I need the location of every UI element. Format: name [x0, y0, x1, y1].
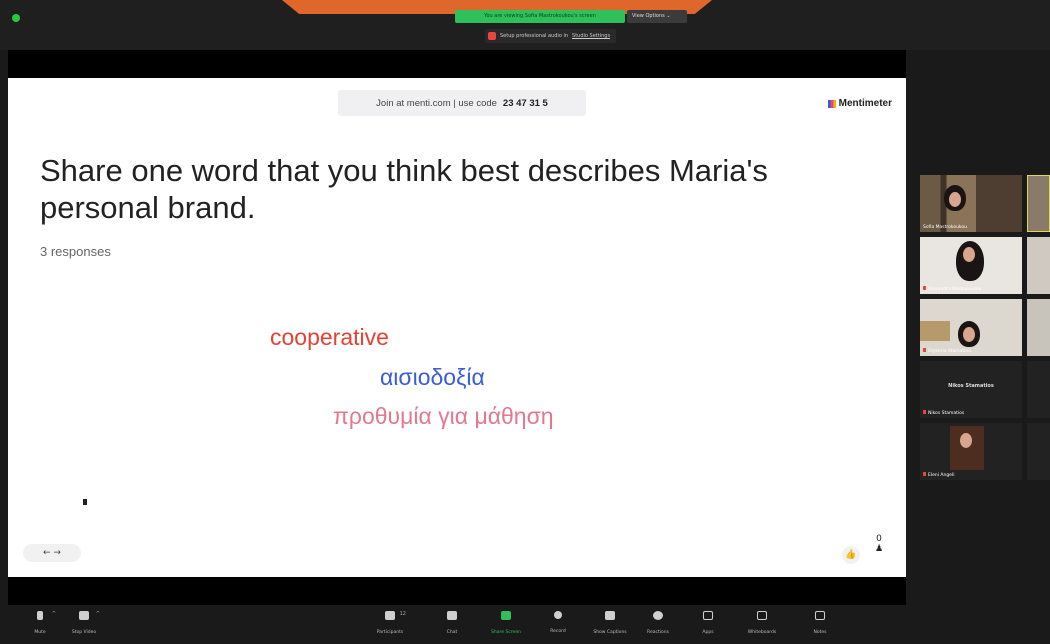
security-indicator-icon[interactable]	[12, 14, 20, 22]
participant-caption: Nikos Stamatios	[948, 383, 994, 389]
toolbar-label: Share Screen	[491, 630, 521, 635]
whiteboards-button[interactable]: Whiteboards	[740, 611, 784, 635]
word-cloud-item: αισιοδοξία	[380, 364, 485, 390]
chat-icon	[447, 611, 457, 620]
audio-banner-text: Setup professional audio in	[500, 33, 569, 39]
notes-button[interactable]: Notes	[798, 611, 842, 635]
zoom-toolbar: ^ Mute ^ Stop Video 12 Participants Chat Sh…	[0, 605, 1050, 644]
toolbar-label: Chat	[446, 630, 458, 635]
chat-button[interactable]: Chat	[430, 611, 474, 635]
share-letterbox-bottom	[8, 577, 906, 605]
person-icon: ♟	[874, 544, 884, 554]
studio-settings-link[interactable]: Studio Settings	[572, 33, 610, 39]
slide-navigation-arrows[interactable]: ← →	[23, 544, 81, 562]
participant-name-text: Glykeria Stamatiou	[928, 349, 972, 354]
whiteboard-icon	[757, 611, 767, 620]
toolbar-label: Whiteboards	[747, 630, 777, 635]
mentimeter-brand: Mentimeter	[838, 98, 892, 109]
participant-tile[interactable]: Alexandra Nikolopoulou	[920, 237, 1022, 294]
chevron-up-icon[interactable]: ^	[52, 611, 56, 617]
participant-tile[interactable]: Glykeria Stamatiou	[920, 299, 1022, 356]
view-options-label: View Options	[632, 13, 665, 19]
show-captions-button[interactable]: Show Captions	[588, 611, 632, 635]
participant-tile[interactable]: Nikos Stamatios Nikos Stamatios	[920, 361, 1022, 418]
view-options-button[interactable]: View Options ⌄	[627, 10, 687, 23]
mute-button[interactable]: ^ Mute	[18, 611, 62, 635]
toolbar-label: Record	[550, 629, 566, 634]
participant-tile[interactable]	[1027, 423, 1050, 480]
apps-icon	[703, 611, 713, 620]
join-text: Join at menti.com | use code	[376, 97, 497, 109]
response-count: 3 responses	[40, 244, 111, 259]
like-button[interactable]: 👍	[842, 546, 860, 564]
share-screen-icon	[501, 611, 511, 620]
participant-tile[interactable]	[1027, 175, 1050, 232]
mentimeter-slide: Join at menti.com | use code 23 47 31 5 …	[8, 78, 906, 577]
apps-button[interactable]: Apps	[686, 611, 730, 635]
mentimeter-icon	[827, 99, 836, 108]
reactions-button[interactable]: Reactions	[636, 611, 680, 635]
mentimeter-logo: Mentimeter	[827, 98, 892, 109]
stop-video-button[interactable]: ^ Stop Video	[62, 611, 106, 635]
word-cloud-item: προθυμία για μάθηση	[333, 403, 554, 429]
participant-tile[interactable]: Sofia Mastrokoukou	[920, 175, 1022, 232]
chevron-up-icon[interactable]: ^	[96, 611, 100, 617]
captions-icon	[605, 611, 615, 620]
record-button[interactable]: Record	[536, 611, 580, 634]
participant-tile[interactable]	[1027, 299, 1050, 356]
participant-name-text: Alexandra Nikolopoulou	[928, 287, 982, 292]
video-icon	[79, 611, 89, 620]
participant-name: Alexandra Nikolopoulou	[923, 286, 981, 292]
participant-tile[interactable]: Eleni Angeli	[920, 423, 1022, 480]
audio-icon	[488, 32, 496, 40]
participant-name: Sofia Mastrokoukou	[923, 225, 967, 230]
participant-name: Glykeria Stamatiou	[923, 348, 971, 354]
participants-button[interactable]: 12 Participants	[368, 611, 412, 635]
participants-gallery: Sofia Mastrokoukou Alexandra Nikolopoulo…	[915, 170, 1050, 490]
toolbar-label: Notes	[813, 630, 827, 635]
audience-counter: 0 ♟	[872, 534, 886, 554]
toolbar-label: Apps	[702, 630, 714, 635]
join-code: 23 47 31 5	[502, 97, 548, 109]
mouse-cursor-icon	[83, 499, 87, 505]
toolbar-label: Participants	[376, 630, 404, 635]
participant-tile[interactable]	[1027, 361, 1050, 418]
participant-video	[920, 175, 1022, 232]
mic-icon	[37, 611, 43, 620]
participant-name-text: Nikos Stamatios	[928, 411, 965, 416]
toolbar-label: Reactions	[647, 630, 669, 635]
toolbar-label: Mute	[34, 630, 46, 635]
question-title: Share one word that you think best descr…	[40, 153, 768, 225]
join-instructions: Join at menti.com | use code 23 47 31 5	[338, 90, 586, 116]
audio-setup-banner: Setup professional audio in Studio Setti…	[485, 29, 617, 43]
viewing-screen-banner: You are viewing Sofia Mastrokoukou's scr…	[455, 10, 625, 23]
audience-count: 0	[876, 534, 882, 544]
participant-name-text: Eleni Angeli	[928, 473, 955, 478]
chevron-down-icon: ⌄	[666, 13, 671, 19]
toolbar-label: Show Captions	[593, 630, 627, 635]
share-letterbox-top	[8, 50, 906, 78]
participant-name: Nikos Stamatios	[923, 410, 964, 416]
participant-name: Eleni Angeli	[923, 472, 954, 478]
word-cloud-item: cooperative	[270, 324, 389, 350]
share-screen-button[interactable]: Share Screen	[484, 611, 528, 635]
reactions-icon	[653, 611, 663, 620]
participant-tile[interactable]	[1027, 237, 1050, 294]
notes-icon	[815, 611, 825, 620]
toolbar-label: Stop Video	[71, 630, 97, 635]
participants-icon	[385, 611, 395, 620]
participants-count: 12	[399, 611, 406, 617]
record-icon	[554, 611, 562, 619]
